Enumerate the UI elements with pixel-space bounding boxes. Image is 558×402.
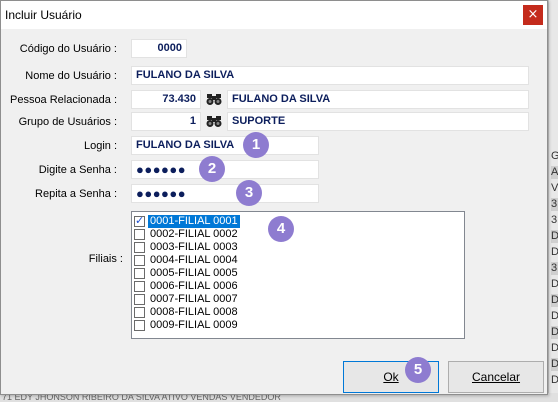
password-field[interactable]: ●●●●●●	[131, 160, 319, 179]
filial-label: 0006-FILIAL 0006	[150, 280, 238, 292]
login-label: Login :	[83, 140, 117, 152]
background-grid-cell: DC	[551, 358, 558, 371]
codigo-field[interactable]: 0000	[131, 39, 187, 58]
repita-label: Repita a Senha :	[35, 188, 117, 200]
filial-item[interactable]: 0007-FILIAL 0007	[134, 293, 240, 306]
filial-label: 0001-FILIAL 0001	[148, 215, 240, 228]
binoculars-icon[interactable]	[206, 92, 222, 106]
filiais-checklist[interactable]: 0001-FILIAL 00010002-FILIAL 00020003-FIL…	[131, 211, 465, 339]
background-grid-cell: DC	[551, 278, 558, 290]
filial-label: 0009-FILIAL 0009	[150, 319, 238, 331]
filial-checkbox[interactable]	[134, 268, 145, 279]
background-grid-cell: A	[551, 166, 558, 179]
filial-label: 0003-FILIAL 0003	[150, 241, 238, 253]
background-grid-cell: 3R	[551, 214, 558, 226]
nome-label: Nome do Usuário :	[25, 70, 117, 82]
filial-item[interactable]: 0008-FILIAL 0008	[134, 306, 240, 319]
pessoa-name-field: FULANO DA SILVA	[227, 90, 529, 109]
filial-label: 0002-FILIAL 0002	[150, 228, 238, 240]
step-badge-1: 1	[243, 132, 269, 158]
filial-item[interactable]: 0009-FILIAL 0009	[134, 319, 240, 332]
filial-item[interactable]: 0001-FILIAL 0001	[134, 214, 240, 228]
filial-item[interactable]: 0002-FILIAL 0002	[134, 228, 240, 241]
cancel-button-label: Cancelar	[471, 370, 521, 384]
background-grid-cell: G	[551, 150, 558, 162]
pessoa-label: Pessoa Relacionada :	[9, 94, 117, 106]
background-grid-cell: 3R	[551, 198, 558, 211]
confirm-password-field[interactable]: ●●●●●●	[131, 184, 319, 203]
window-title: Incluir Usuário	[5, 8, 82, 22]
filial-checkbox[interactable]	[134, 294, 145, 305]
pessoa-code-field[interactable]: 73.430	[131, 90, 201, 109]
background-grid-cell: 3R	[551, 262, 558, 275]
filiais-label: Filiais :	[88, 253, 123, 265]
background-grid-cell: DC	[551, 310, 558, 322]
filial-item[interactable]: 0003-FILIAL 0003	[134, 241, 240, 254]
step-badge-5: 5	[405, 357, 431, 383]
login-field[interactable]: FULANO DA SILVA	[131, 136, 319, 155]
filial-label: 0005-FILIAL 0005	[150, 267, 238, 279]
background-grid-cell: DC	[551, 246, 558, 258]
filial-checkbox[interactable]	[134, 255, 145, 266]
filial-item[interactable]: 0005-FILIAL 0005	[134, 267, 240, 280]
background-grid-cell: DC	[551, 230, 558, 243]
filial-label: 0004-FILIAL 0004	[150, 254, 238, 266]
senha-label: Digite a Senha :	[38, 164, 117, 176]
filial-label: 0007-FILIAL 0007	[150, 293, 238, 305]
binoculars-icon[interactable]	[206, 114, 222, 128]
incluir-usuario-dialog: Incluir Usuário × Código do Usuário : 00…	[0, 0, 548, 395]
step-badge-3: 3	[236, 180, 262, 206]
step-badge-2: 2	[199, 156, 225, 182]
filial-label: 0008-FILIAL 0008	[150, 306, 238, 318]
background-grid-cell: DC	[551, 374, 558, 386]
background-grid-cell: DC	[551, 294, 558, 307]
filial-item[interactable]: 0004-FILIAL 0004	[134, 254, 240, 267]
codigo-label: Código do Usuário :	[19, 43, 117, 55]
filial-checkbox[interactable]	[134, 242, 145, 253]
filial-checkbox[interactable]	[134, 320, 145, 331]
background-grid-cell: VI	[551, 182, 558, 194]
filial-checkbox[interactable]	[134, 229, 145, 240]
title-bar: Incluir Usuário ×	[1, 1, 547, 29]
grupo-name-field: SUPORTE	[227, 112, 529, 131]
filial-checkbox[interactable]	[134, 307, 145, 318]
nome-field[interactable]: FULANO DA SILVA	[131, 66, 529, 85]
close-icon: ×	[527, 7, 539, 22]
cancel-button[interactable]: Cancelar	[448, 361, 544, 393]
background-grid-strip: GA VI 3R 3R DC DC 3R DC DC DC DC DC DC DC	[548, 0, 558, 402]
step-badge-4: 4	[268, 216, 294, 242]
close-button[interactable]: ×	[523, 5, 543, 25]
ok-button-label: Ok	[383, 370, 399, 384]
background-grid-cell: DC	[551, 326, 558, 339]
grupo-code-field[interactable]: 1	[131, 112, 201, 131]
background-grid-cell: DC	[551, 342, 558, 354]
grupo-label: Grupo de Usuários :	[18, 116, 117, 128]
filial-checkbox[interactable]	[134, 214, 145, 227]
filial-item[interactable]: 0006-FILIAL 0006	[134, 280, 240, 293]
filial-checkbox[interactable]	[134, 281, 145, 292]
